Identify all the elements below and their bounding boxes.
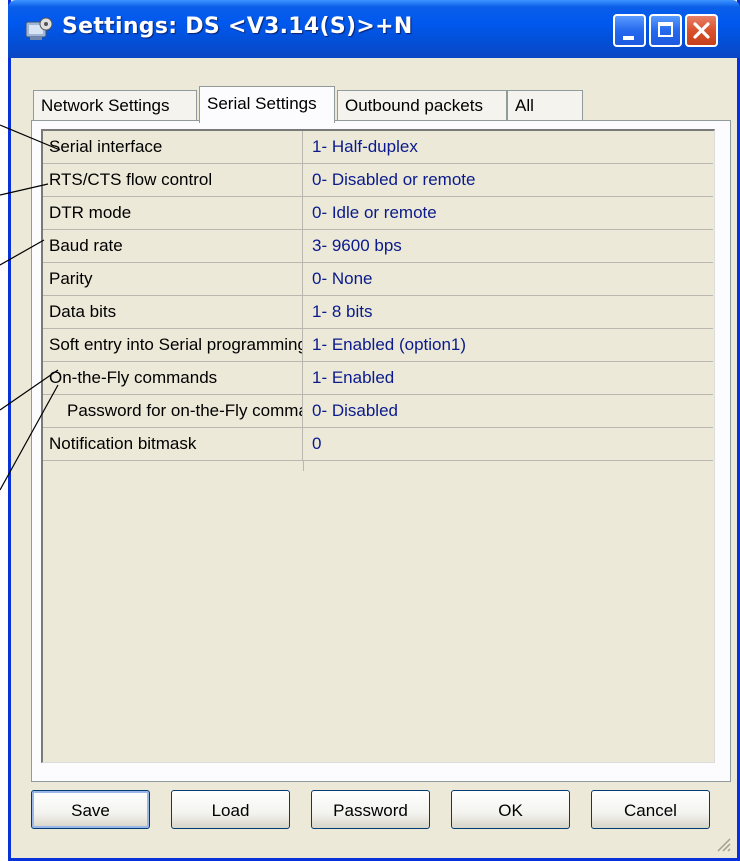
tab-panel: Serial interface 1- Half-duplex RTS/CTS …: [31, 120, 731, 782]
grid-row-password-on-the-fly[interactable]: Password for on-the-Fly commands 0- Disa…: [43, 395, 713, 428]
grid-row-rts-cts-flow-control[interactable]: RTS/CTS flow control 0- Disabled or remo…: [43, 164, 713, 197]
close-button[interactable]: [685, 14, 718, 47]
setting-label: Notification bitmask: [43, 428, 303, 460]
grid-row-parity[interactable]: Parity 0- None: [43, 263, 713, 296]
setting-label: Parity: [43, 263, 303, 295]
column-divider: [303, 461, 304, 471]
grid-row-serial-interface[interactable]: Serial interface 1- Half-duplex: [43, 131, 713, 164]
setting-label: Data bits: [43, 296, 303, 328]
load-button[interactable]: Load: [171, 790, 290, 829]
tab-all[interactable]: All: [507, 90, 583, 120]
setting-value[interactable]: 0- None: [304, 263, 713, 295]
settings-window: Settings: DS <V3.14(S)>+N Network Settin…: [8, 0, 740, 861]
app-icon: [25, 17, 53, 40]
setting-value[interactable]: 3- 9600 bps: [304, 230, 713, 262]
close-icon: [693, 22, 710, 39]
ok-button[interactable]: OK: [451, 790, 570, 829]
setting-label: On-the-Fly commands: [43, 362, 303, 394]
password-button[interactable]: Password: [311, 790, 430, 829]
maximize-button[interactable]: [649, 14, 682, 47]
setting-value[interactable]: 0- Disabled or remote: [304, 164, 713, 196]
tab-serial-settings[interactable]: Serial Settings: [199, 86, 335, 123]
setting-label: Password for on-the-Fly commands: [43, 395, 303, 427]
setting-value[interactable]: 1- 8 bits: [304, 296, 713, 328]
settings-grid: Serial interface 1- Half-duplex RTS/CTS …: [41, 129, 715, 763]
setting-value[interactable]: 0- Idle or remote: [304, 197, 713, 229]
save-button[interactable]: Save: [31, 790, 150, 829]
tab-outbound-packets[interactable]: Outbound packets: [337, 90, 507, 120]
cancel-button[interactable]: Cancel: [591, 790, 710, 829]
grid-row-dtr-mode[interactable]: DTR mode 0- Idle or remote: [43, 197, 713, 230]
title-bar[interactable]: Settings: DS <V3.14(S)>+N: [8, 0, 740, 58]
setting-value[interactable]: 1- Enabled (option1): [304, 329, 713, 361]
setting-label: RTS/CTS flow control: [43, 164, 303, 196]
setting-value[interactable]: 0- Disabled: [304, 395, 713, 427]
grid-row-soft-entry[interactable]: Soft entry into Serial programming mode …: [43, 329, 713, 362]
grid-row-baud-rate[interactable]: Baud rate 3- 9600 bps: [43, 230, 713, 263]
setting-label: Baud rate: [43, 230, 303, 262]
resize-grip-icon[interactable]: [715, 836, 731, 852]
button-bar: Save Load Password OK Cancel: [31, 790, 731, 830]
grid-row-on-the-fly-commands[interactable]: On-the-Fly commands 1- Enabled: [43, 362, 713, 395]
setting-value[interactable]: 0: [304, 428, 713, 460]
setting-label: DTR mode: [43, 197, 303, 229]
minimize-button[interactable]: [613, 14, 646, 47]
grid-row-notification-bitmask[interactable]: Notification bitmask 0: [43, 428, 713, 461]
tab-network-settings[interactable]: Network Settings: [33, 90, 197, 120]
setting-label: Serial interface: [43, 131, 303, 163]
window-title: Settings: DS <V3.14(S)>+N: [62, 14, 413, 39]
setting-label: Soft entry into Serial programming mode: [43, 329, 303, 361]
setting-value[interactable]: 1- Enabled: [304, 362, 713, 394]
setting-value[interactable]: 1- Half-duplex: [304, 131, 713, 163]
grid-row-data-bits[interactable]: Data bits 1- 8 bits: [43, 296, 713, 329]
